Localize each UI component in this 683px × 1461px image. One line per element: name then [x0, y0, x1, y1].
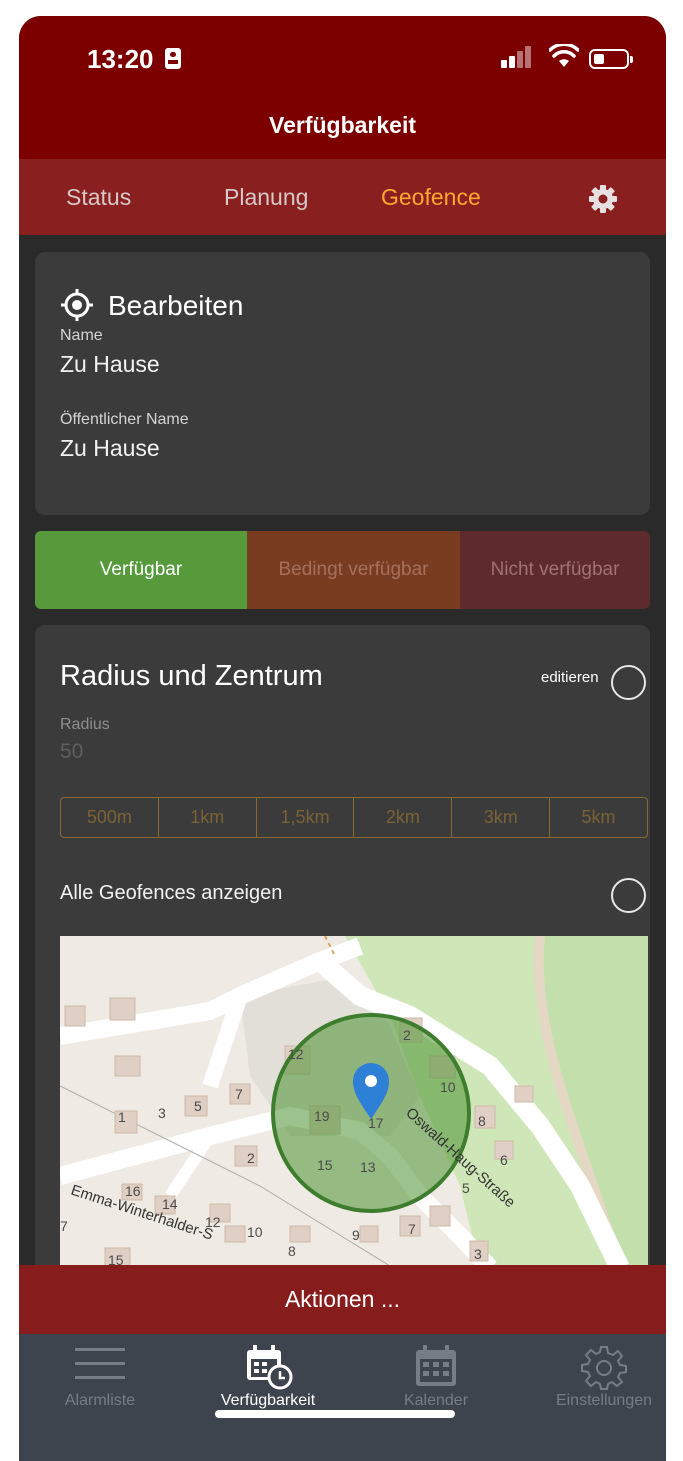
nav-kalender-label: Kalender [403, 1392, 469, 1409]
preset-3km[interactable]: 3km [452, 798, 551, 837]
preset-500m[interactable]: 500m [61, 798, 159, 837]
edit-toggle-radio[interactable] [611, 665, 646, 700]
map-canvas: 12 2 10 19 17 8 15 13 6 5 7 9 3 1 3 5 7 … [60, 936, 648, 1268]
bottom-navigation: Alarmliste Verfügbarkeit Kalender Einste… [19, 1334, 666, 1461]
house-number: 2 [403, 1027, 411, 1043]
house-number: 13 [360, 1159, 376, 1175]
calendar-icon [416, 1345, 456, 1386]
conditionally-available-button[interactable]: Bedingt verfügbar [247, 531, 460, 609]
house-number: 12 [288, 1046, 304, 1062]
wifi-icon [549, 44, 579, 67]
edit-card-title: Bearbeiten [108, 290, 244, 321]
house-number: 5 [194, 1098, 202, 1114]
public-name-label: Öffentlicher Name [60, 411, 189, 428]
house-number: 10 [440, 1079, 456, 1095]
nav-alarmliste[interactable]: Alarmliste [19, 1334, 181, 1429]
house-number: 16 [125, 1183, 141, 1199]
house-number: 7 [235, 1086, 243, 1102]
list-icon [75, 1348, 125, 1379]
status-time: 13:20 [87, 44, 154, 74]
show-all-geofences-label: Alle Geofences anzeigen [60, 882, 283, 904]
not-available-button[interactable]: Nicht verfügbar [460, 531, 650, 609]
status-bar: 13:20 [19, 16, 666, 100]
preset-1km[interactable]: 1km [159, 798, 257, 837]
house-number: 8 [288, 1243, 296, 1259]
tab-geofence[interactable]: Geofence [381, 184, 481, 211]
available-button[interactable]: Verfügbar [35, 531, 247, 609]
radius-preset-selector: 500m 1km 1,5km 2km 3km 5km [60, 797, 648, 838]
house-number: 2 [247, 1150, 255, 1166]
house-number: 6 [500, 1152, 508, 1168]
house-number: 5 [462, 1180, 470, 1196]
name-label: Name [60, 327, 103, 344]
tab-planung[interactable]: Planung [224, 184, 308, 211]
show-all-geofences-radio[interactable] [611, 878, 646, 913]
preset-2km[interactable]: 2km [354, 798, 453, 837]
preset-5km[interactable]: 5km [550, 798, 647, 837]
gear-icon [581, 1346, 627, 1390]
radius-input[interactable]: 50 [60, 740, 83, 764]
tab-status[interactable]: Status [66, 184, 131, 211]
house-number: 7 [408, 1221, 416, 1237]
house-number: 1 [118, 1109, 126, 1125]
calendar-clock-icon [247, 1345, 293, 1390]
title-bar: Verfügbarkeit [19, 100, 666, 159]
tab-bar: Status Planung Geofence [19, 159, 666, 235]
house-number: 9 [352, 1227, 360, 1243]
house-number: 3 [158, 1105, 166, 1121]
house-number: 8 [478, 1113, 486, 1129]
preset-1-5km[interactable]: 1,5km [257, 798, 355, 837]
settings-gear-icon[interactable] [587, 183, 619, 215]
signal-icon [501, 46, 535, 68]
radius-label: Radius [60, 716, 110, 733]
actions-button[interactable]: Aktionen ... [19, 1265, 666, 1334]
edit-toggle-label: editieren [541, 669, 599, 686]
house-number: 14 [162, 1196, 178, 1212]
house-number: 10 [247, 1224, 263, 1240]
app-screen: 13:20 Verfügbarkeit Status Planung Geofe… [19, 16, 666, 1461]
house-number: 17 [368, 1115, 384, 1131]
nav-einstellungen[interactable]: Einstellungen [523, 1334, 666, 1429]
house-number: 7 [60, 1218, 68, 1234]
contact-badge-icon [165, 48, 181, 69]
name-field[interactable]: Zu Hause [60, 351, 160, 378]
geofence-map[interactable]: 12 2 10 19 17 8 15 13 6 5 7 9 3 1 3 5 7 … [60, 936, 648, 1268]
house-number: 19 [314, 1108, 330, 1124]
nav-verfuegbarkeit-label: Verfügbarkeit [220, 1392, 316, 1409]
radius-section-title: Radius und Zentrum [60, 660, 323, 692]
battery-icon [589, 49, 633, 69]
public-name-field[interactable]: Zu Hause [60, 435, 160, 462]
house-number: 15 [317, 1157, 333, 1173]
nav-alarmliste-label: Alarmliste [64, 1392, 136, 1409]
nav-einstellungen-label: Einstellungen [555, 1392, 653, 1409]
page-title: Verfügbarkeit [269, 112, 416, 138]
house-number: 3 [474, 1246, 482, 1262]
home-indicator[interactable] [215, 1410, 455, 1418]
location-target-icon [61, 289, 93, 321]
